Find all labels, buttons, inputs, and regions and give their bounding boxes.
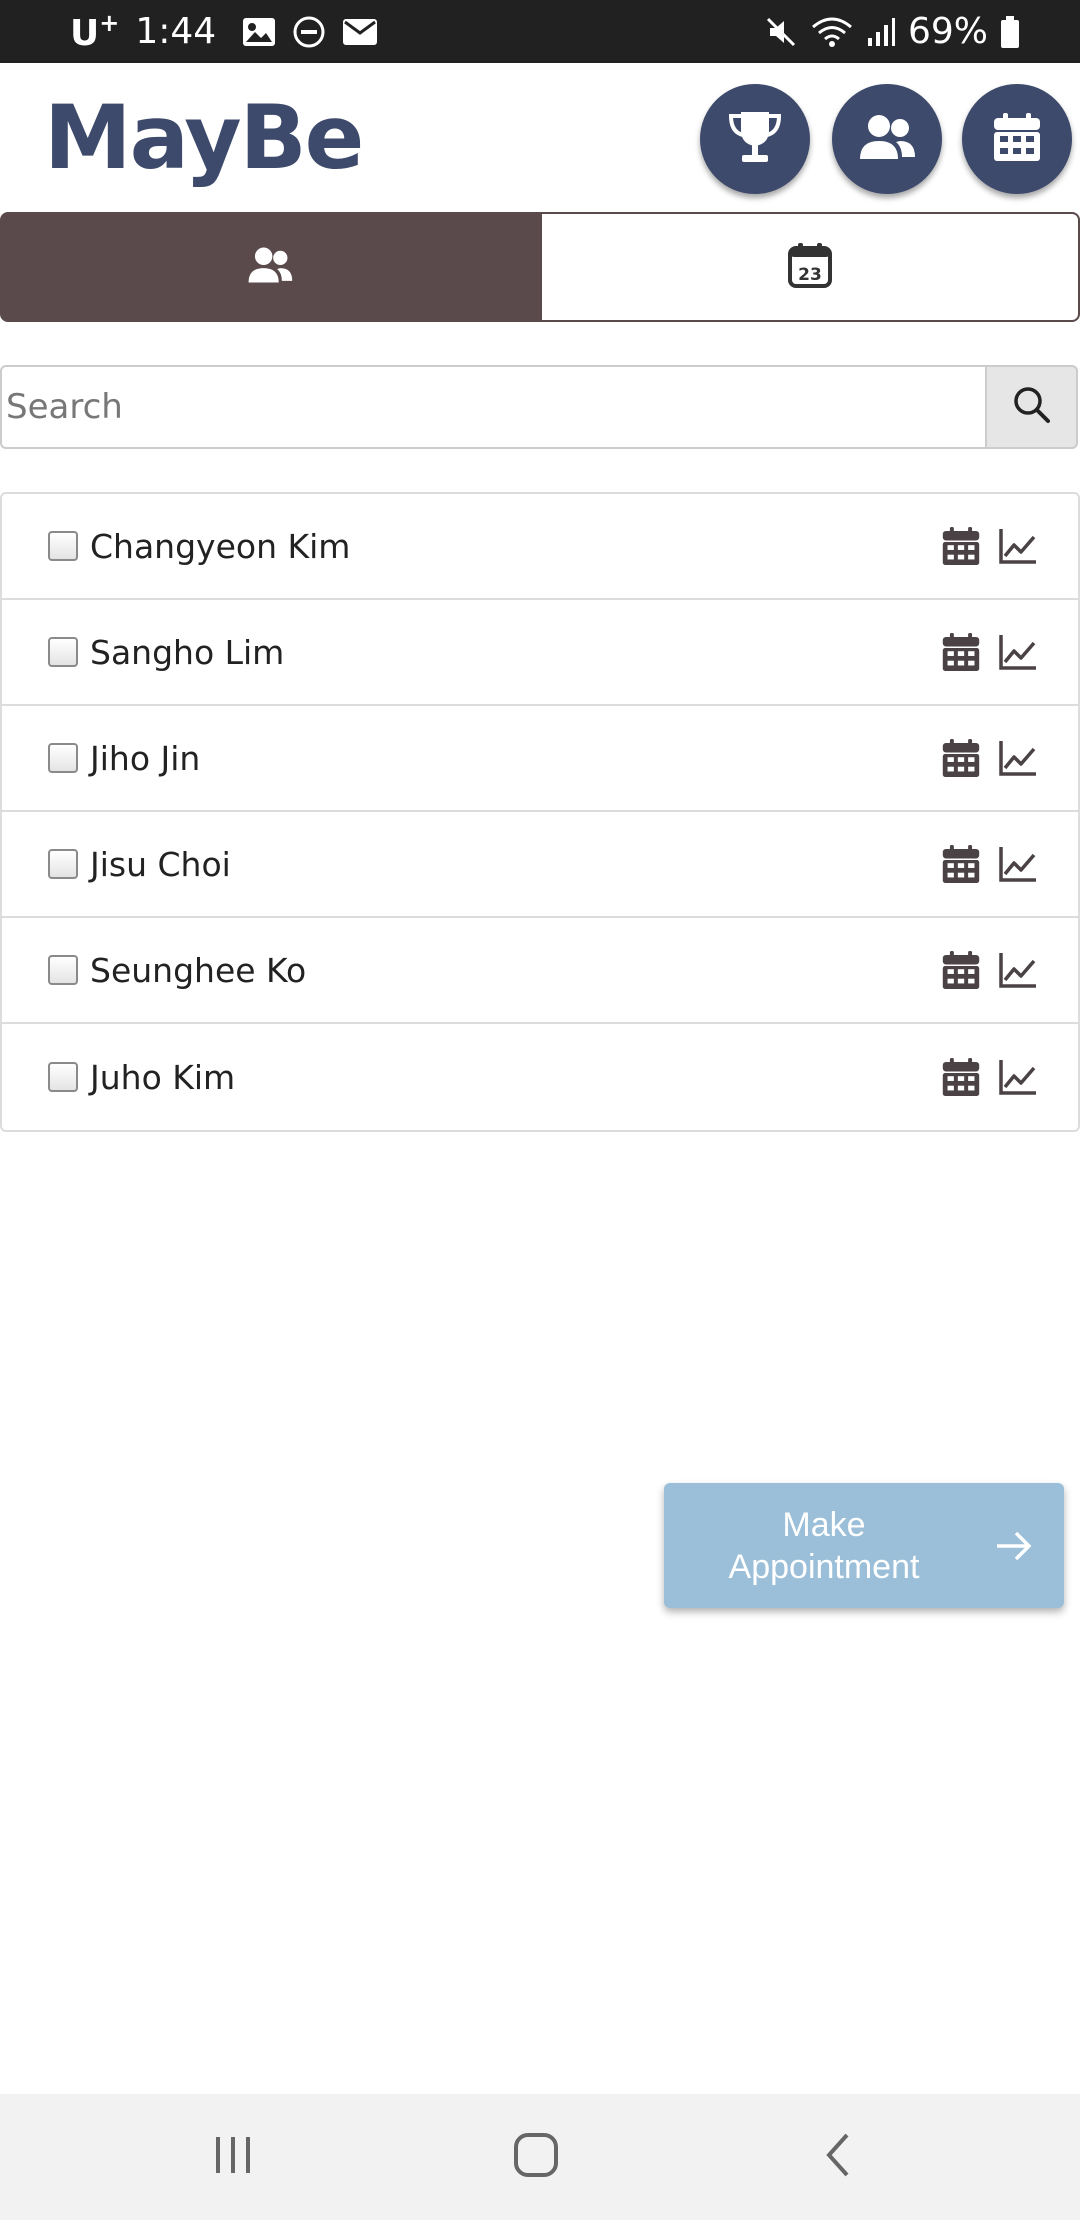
system-nav-bar — [0, 2094, 1080, 2220]
home-icon — [513, 2132, 559, 2182]
recent-apps-button[interactable] — [173, 2094, 293, 2220]
list-item: Changyeon Kim — [2, 494, 1078, 600]
tab-calendar[interactable]: 23 — [540, 212, 1080, 322]
list-item: Jiho Jin — [2, 706, 1078, 812]
friend-name: Changyeon Kim — [90, 526, 351, 566]
row-actions — [942, 706, 1038, 810]
friend-name: Juho Kim — [90, 1057, 236, 1097]
friends-icon — [247, 245, 293, 289]
leaderboard-button[interactable] — [700, 84, 810, 194]
do-not-disturb-icon — [292, 15, 326, 49]
search-input[interactable] — [0, 365, 985, 449]
search-icon — [1012, 385, 1052, 429]
recent-apps-icon — [211, 2135, 255, 2179]
calendar-icon[interactable] — [942, 525, 980, 567]
list-item: Seunghee Ko — [2, 918, 1078, 1024]
friend-checkbox[interactable] — [48, 637, 78, 667]
chart-line-icon[interactable] — [998, 633, 1038, 671]
calendar-date-icon: 23 — [788, 242, 832, 292]
make-appointment-label-line2: Appointment — [728, 1547, 920, 1586]
chart-line-icon[interactable] — [998, 527, 1038, 565]
row-actions — [942, 812, 1038, 916]
calendar-icon[interactable] — [942, 843, 980, 885]
trophy-icon — [727, 108, 783, 170]
list-item: Sangho Lim — [2, 600, 1078, 706]
calendar-icon[interactable] — [942, 631, 980, 673]
make-appointment-button[interactable]: Make Appointment — [664, 1483, 1064, 1608]
chart-line-icon[interactable] — [998, 739, 1038, 777]
make-appointment-label-line1: Make — [782, 1505, 866, 1544]
calendar-icon[interactable] — [942, 1056, 980, 1098]
row-actions — [942, 600, 1038, 704]
app-title: MayBe — [44, 86, 364, 189]
arrow-right-icon — [994, 1529, 1034, 1563]
signal-icon — [866, 16, 896, 48]
status-bar-right: 69% — [764, 0, 1020, 63]
search-button[interactable] — [985, 365, 1078, 449]
friend-checkbox[interactable] — [48, 743, 78, 773]
friend-name: Jisu Choi — [90, 844, 231, 884]
carrier-label: U+ — [70, 9, 120, 54]
wifi-icon — [810, 15, 854, 49]
back-button[interactable] — [778, 2094, 898, 2220]
status-bar-left: U+ 1:44 — [70, 0, 378, 63]
row-actions — [942, 918, 1038, 1022]
battery-percent: 69% — [907, 11, 988, 52]
back-icon — [823, 2132, 853, 2182]
battery-icon — [1000, 15, 1020, 49]
chart-line-icon[interactable] — [998, 845, 1038, 883]
chart-line-icon[interactable] — [998, 1058, 1038, 1096]
list-item: Juho Kim — [2, 1024, 1078, 1130]
image-notification-icon — [242, 17, 276, 47]
row-actions — [942, 494, 1038, 598]
row-actions — [942, 1024, 1038, 1130]
list-item: Jisu Choi — [2, 812, 1078, 918]
friend-name: Jiho Jin — [90, 738, 201, 778]
svg-text:23: 23 — [798, 265, 822, 285]
calendar-icon[interactable] — [942, 737, 980, 779]
clock: 1:44 — [135, 11, 217, 52]
chart-line-icon[interactable] — [998, 951, 1038, 989]
friend-checkbox[interactable] — [48, 955, 78, 985]
make-appointment-label: Make Appointment — [664, 1504, 984, 1588]
view-tabs: 23 — [0, 212, 1080, 322]
calendar-icon — [993, 112, 1041, 166]
search-bar — [0, 365, 1078, 449]
calendar-button[interactable] — [962, 84, 1072, 194]
tab-friends[interactable] — [0, 212, 540, 322]
friends-button[interactable] — [832, 84, 942, 194]
friend-checkbox[interactable] — [48, 1062, 78, 1092]
friend-name: Sangho Lim — [90, 632, 285, 672]
friend-name: Seunghee Ko — [90, 950, 307, 990]
status-bar: U+ 1:44 69% — [0, 0, 1080, 63]
friend-list: Changyeon Kim Sangho Lim Jiho Jin Jisu C… — [0, 492, 1080, 1132]
mute-icon — [764, 15, 798, 49]
friends-icon — [858, 113, 916, 165]
home-button[interactable] — [476, 2094, 596, 2220]
mail-icon — [342, 18, 378, 46]
friend-checkbox[interactable] — [48, 849, 78, 879]
friend-checkbox[interactable] — [48, 531, 78, 561]
calendar-icon[interactable] — [942, 949, 980, 991]
